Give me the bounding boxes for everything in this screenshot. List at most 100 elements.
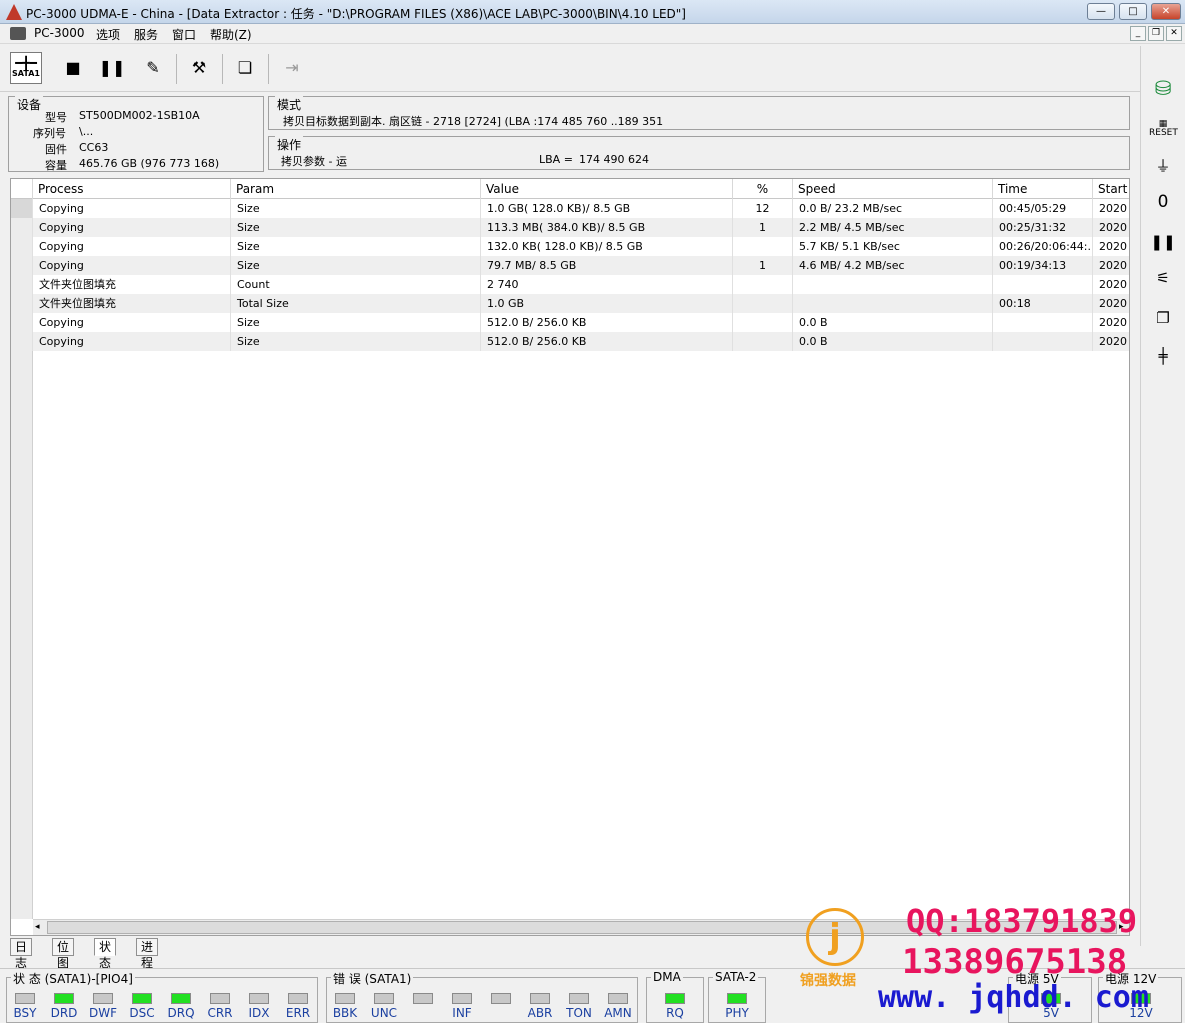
header-speed[interactable]: Speed	[793, 179, 993, 199]
exit-button[interactable]: ⇥	[276, 52, 308, 84]
cell-time: 00:25/31:32	[993, 218, 1093, 237]
state-led	[132, 993, 152, 1004]
table-row[interactable]: 文件夹位图填充 Count 2 740 2020	[11, 275, 1129, 294]
stop-button[interactable]: ■	[57, 52, 89, 84]
table-row[interactable]: Copying Size 113.3 MB( 384.0 KB)/ 8.5 GB 1 2…	[11, 218, 1129, 237]
tools-button[interactable]: ⚒	[183, 52, 215, 84]
windows-icon: ❏	[237, 58, 253, 77]
cell-speed: 4.6 MB/ 4.2 MB/sec	[793, 256, 993, 275]
right-pause-button[interactable]: ❚❚	[1149, 228, 1177, 256]
watermark-logo-icon: j	[806, 908, 864, 966]
pause-button[interactable]: ❚❚	[96, 52, 128, 84]
row-indicator[interactable]	[11, 218, 33, 237]
zero-level-button[interactable]: 0	[1149, 188, 1177, 216]
mode-text: 拷贝目标数据到副本. 扇区链 - 2718 [2724] (LBA :174 4…	[283, 115, 664, 128]
mdi-restore-button[interactable]: ❐	[1148, 26, 1164, 41]
watermark-brand: 锦强数据	[800, 973, 856, 989]
table-row[interactable]: Copying Size 1.0 GB( 128.0 KB)/ 8.5 GB 12 0.…	[11, 199, 1129, 218]
close-button[interactable]: ✕	[1151, 3, 1181, 20]
header-value[interactable]: Value	[481, 179, 733, 199]
header-time[interactable]: Time	[993, 179, 1093, 199]
row-indicator[interactable]	[11, 332, 33, 351]
sata-port-button[interactable]: ━╋━ SATA1	[10, 52, 42, 84]
check-button[interactable]: ✎	[137, 52, 169, 84]
connector-button[interactable]: ╪	[1149, 342, 1177, 370]
close-windows-button[interactable]: ❐	[1149, 304, 1177, 332]
operation-panel: 操作 拷贝参数 - 运 LBA = 174 490 624	[268, 136, 1130, 170]
cell-start: 2020	[1093, 313, 1129, 332]
windows-close-icon: ❐	[1156, 309, 1170, 327]
table-row[interactable]: 文件夹位图填充 Total Size 1.0 GB 00:18 2020	[11, 294, 1129, 313]
menu-help[interactable]: 帮助(Z)	[210, 26, 252, 43]
table-row[interactable]: Copying Size 512.0 B/ 256.0 KB 0.0 B 2020	[11, 332, 1129, 351]
watermark-phone: 13389675138	[902, 942, 1128, 982]
state-led	[93, 993, 113, 1004]
cell-process: Copying	[33, 313, 231, 332]
header-percent[interactable]: %	[733, 179, 793, 199]
title-bar[interactable]: PC-3000 UDMA-E - China - [Data Extractor…	[0, 0, 1185, 24]
header-start[interactable]: Start	[1093, 179, 1129, 199]
error-led-label: TON	[566, 1006, 592, 1020]
cell-speed: 0.0 B	[793, 313, 993, 332]
reset-icon: ▦ RESET	[1149, 119, 1178, 138]
maximize-button[interactable]: □	[1119, 3, 1147, 20]
state-led-label: IDX	[248, 1006, 270, 1020]
cell-time: 00:19/34:13	[993, 256, 1093, 275]
cell-percent: 1	[733, 218, 793, 237]
cell-value: 2 740	[481, 275, 733, 294]
cell-param: Size	[231, 237, 481, 256]
dma-rq-led	[665, 993, 685, 1004]
table-row[interactable]: Copying Size 132.0 KB( 128.0 KB)/ 8.5 GB 5.…	[11, 237, 1129, 256]
cell-percent	[733, 332, 793, 351]
header-corner	[11, 179, 33, 199]
connector-icon: ━╋━	[15, 56, 37, 70]
app-icon	[6, 4, 22, 20]
windows-button[interactable]: ❏	[229, 52, 261, 84]
power-toggle-button[interactable]: ⏚	[1149, 152, 1177, 180]
tab-log[interactable]: 日志	[10, 938, 33, 970]
cell-time	[993, 332, 1093, 351]
cell-start: 2020	[1093, 294, 1129, 313]
state-led-label: DRD	[50, 1006, 78, 1020]
minimize-button[interactable]: —	[1087, 3, 1115, 20]
error-led	[569, 993, 589, 1004]
cell-process: Copying	[33, 256, 231, 275]
table-row[interactable]: Copying Size 512.0 B/ 256.0 KB 0.0 B 2020	[11, 313, 1129, 332]
process-table[interactable]: Process Param Value % Speed Time Start C…	[10, 178, 1130, 936]
row-indicator[interactable]	[11, 313, 33, 332]
menu-service[interactable]: 服务	[134, 26, 158, 43]
menu-pc3000[interactable]: PC-3000	[34, 26, 84, 40]
header-process[interactable]: Process	[33, 179, 231, 199]
mdi-close-button[interactable]: ✕	[1166, 26, 1182, 41]
cell-time	[993, 275, 1093, 294]
model-label: 型号	[45, 111, 67, 124]
tab-bitmap[interactable]: 位图	[52, 938, 75, 970]
cell-param: Size	[231, 256, 481, 275]
mdi-minimize-button[interactable]: _	[1130, 26, 1146, 41]
cell-process: Copying	[33, 237, 231, 256]
header-param[interactable]: Param	[231, 179, 481, 199]
table-row[interactable]: Copying Size 79.7 MB/ 8.5 GB 1 4.6 MB/ 4.2 M…	[11, 256, 1129, 275]
cell-process: Copying	[33, 332, 231, 351]
row-indicator[interactable]	[11, 199, 33, 218]
tab-status[interactable]: 状态	[94, 938, 117, 970]
tab-process[interactable]: 进程	[136, 938, 159, 970]
error-register-group: 错 误 (SATA1) BBK UNC INF ABR TON AMN	[326, 970, 638, 1023]
cell-value: 512.0 B/ 256.0 KB	[481, 313, 733, 332]
sata-port-label: SATA1	[12, 69, 40, 78]
menu-window[interactable]: 窗口	[172, 26, 196, 43]
menu-options[interactable]: 选项	[96, 26, 120, 43]
row-indicator[interactable]	[11, 275, 33, 294]
bus-icon: ⚟	[1156, 269, 1170, 287]
cell-time: 00:18	[993, 294, 1093, 313]
row-indicator[interactable]	[11, 256, 33, 275]
row-indicator[interactable]	[11, 237, 33, 256]
cell-percent	[733, 275, 793, 294]
sata2-label: SATA-2	[713, 970, 759, 984]
bus-button[interactable]: ⚟	[1149, 264, 1177, 292]
row-indicator[interactable]	[11, 294, 33, 313]
reset-button[interactable]: ▦ RESET	[1149, 116, 1178, 144]
scroll-left-icon: ◂	[35, 922, 40, 932]
cell-param: Size	[231, 218, 481, 237]
database-button[interactable]: ⛁	[1149, 74, 1177, 102]
